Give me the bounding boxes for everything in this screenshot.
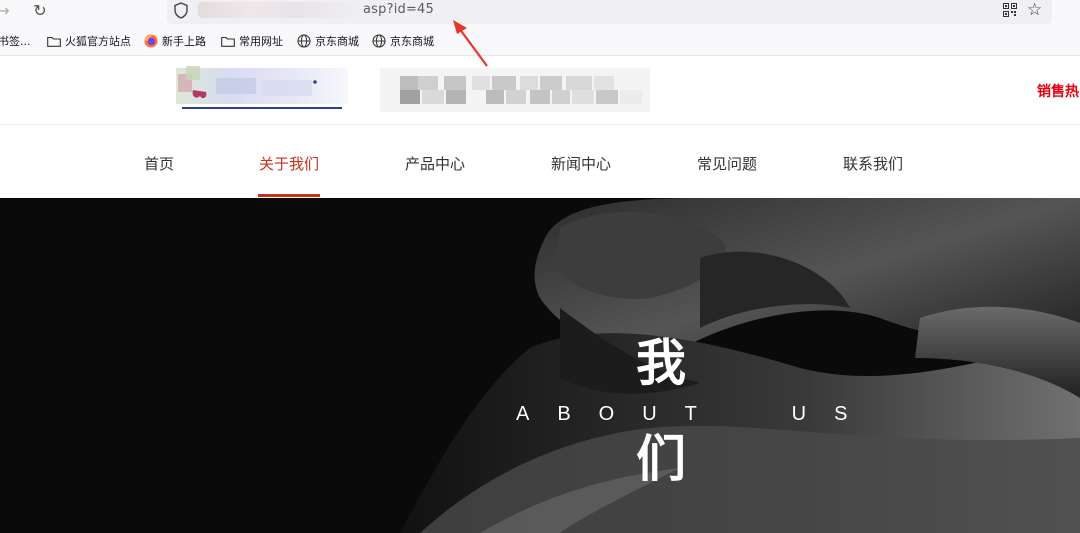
browser-toolbar: → ↻ asp?id=45 ☆	[0, 0, 1080, 26]
firefox-icon	[144, 34, 158, 48]
bookmark-label: 京东商城	[390, 35, 434, 48]
folder-icon	[47, 36, 61, 47]
nav-item-faq[interactable]: 常见问题	[697, 153, 757, 174]
star-icon[interactable]: ☆	[1027, 0, 1042, 20]
bookmark-label: 新手上路	[162, 35, 206, 48]
annotation-arrow-icon	[453, 20, 488, 67]
bookmark-item[interactable]: 书签...	[0, 33, 31, 49]
bookmark-label: 书签...	[0, 35, 31, 48]
blurred-url-segment	[198, 2, 366, 18]
bookmark-item[interactable]: 京东商城	[372, 33, 434, 49]
hotline-label: 销售热	[1037, 84, 1079, 100]
main-nav: 首页 关于我们 产品中心 新闻中心 常见问题 联系我们	[0, 124, 1080, 198]
nav-item-news[interactable]: 新闻中心	[551, 153, 611, 174]
globe-icon	[297, 34, 311, 48]
site-header: 销售热	[0, 56, 1080, 124]
globe-icon	[372, 34, 386, 48]
site-name-blurred	[380, 68, 650, 112]
shield-icon	[174, 2, 188, 19]
qr-code-icon[interactable]	[1003, 3, 1017, 17]
bookmark-label: 京东商城	[315, 35, 359, 48]
bookmarks-toolbar: 书签... 火狐官方站点 新手上路 常用网址 京东商城 京东商城	[0, 26, 1080, 56]
bookmark-label: 常用网址	[239, 35, 283, 48]
about-banner: 我 ABOUT US 们	[0, 198, 1080, 533]
back-button[interactable]: →	[0, 0, 14, 22]
nav-item-about[interactable]: 关于我们	[259, 153, 319, 174]
reload-button[interactable]: ↻	[29, 0, 51, 22]
banner-subtitle: ABOUT US	[516, 403, 876, 425]
nav-active-indicator	[258, 194, 320, 197]
bookmark-item[interactable]: 火狐官方站点	[47, 33, 131, 49]
bookmark-item[interactable]: 京东商城	[297, 33, 359, 49]
banner-fabric-image	[400, 198, 1080, 533]
nav-item-home[interactable]: 首页	[144, 153, 174, 174]
folder-icon	[221, 36, 235, 47]
nav-item-contact[interactable]: 联系我们	[843, 153, 903, 174]
bookmark-item[interactable]: 常用网址	[221, 33, 283, 49]
banner-title-char-2: 们	[636, 429, 686, 488]
banner-title-char-1: 我	[636, 333, 686, 392]
nav-item-products[interactable]: 产品中心	[405, 153, 465, 174]
bookmark-item[interactable]: 新手上路	[144, 33, 206, 49]
site-logo[interactable]	[176, 62, 348, 110]
bookmark-label: 火狐官方站点	[65, 35, 131, 48]
url-text[interactable]: asp?id=45	[363, 2, 434, 17]
